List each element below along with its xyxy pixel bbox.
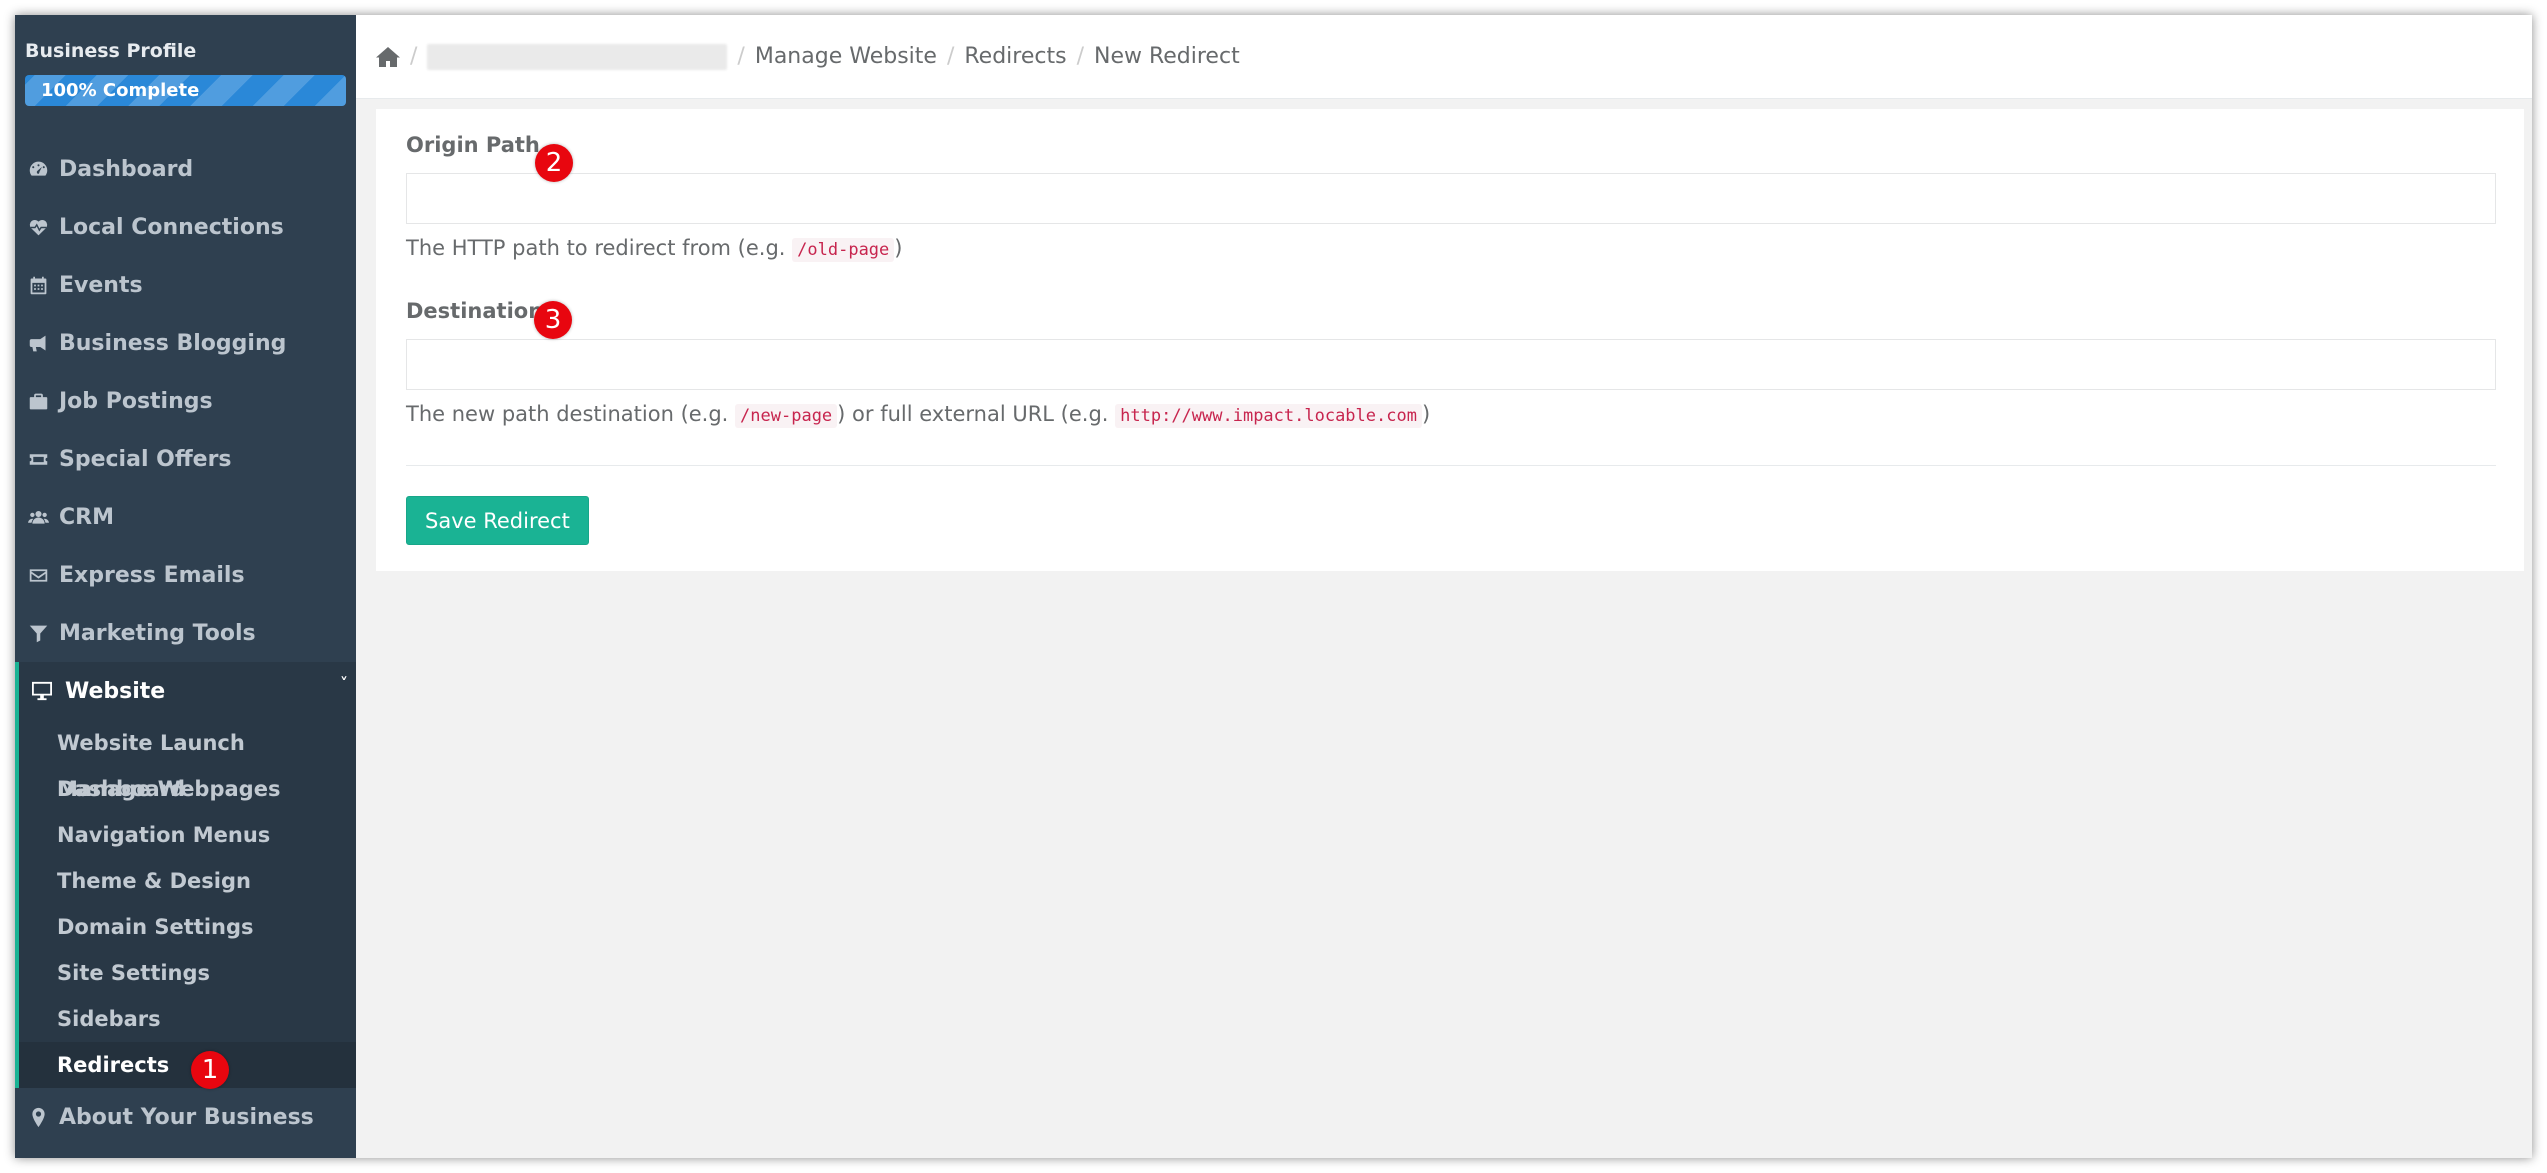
sidebar-subitem-redirects[interactable]: Redirects: [19, 1042, 356, 1088]
breadcrumb-manage-website[interactable]: Manage Website: [755, 44, 937, 69]
sidebar-item-website[interactable]: Website ˅: [19, 662, 356, 720]
help-code: /old-page: [792, 238, 895, 262]
origin-path-help: The HTTP path to redirect from (e.g. /ol…: [406, 236, 2494, 266]
step-badge-3: 3: [534, 301, 572, 339]
sidebar-subitem-sidebars[interactable]: Sidebars: [19, 996, 356, 1042]
step-badge-2: 2: [535, 144, 573, 182]
sidebar-item-label: Special Offers: [59, 446, 232, 472]
sidebar-item-label: Local Connections: [59, 214, 284, 240]
help-text: ): [894, 236, 903, 260]
breadcrumb-separator: /: [1076, 44, 1084, 69]
breadcrumb-new-redirect: New Redirect: [1093, 44, 1240, 69]
destination-input[interactable]: [406, 339, 2496, 390]
destination-group: Destination The new path destination (e.…: [406, 299, 2496, 432]
calendar-icon: [25, 274, 51, 296]
app-window: Business Profile 100% Complete Dashboard…: [15, 15, 2532, 1158]
breadcrumb: / / Manage Website / Redirects / New Red…: [356, 15, 2532, 99]
sidebar: Business Profile 100% Complete Dashboard…: [15, 15, 356, 1158]
sidebar-subitem-theme-design[interactable]: Theme & Design: [19, 858, 356, 904]
sidebar-group-website: Website ˅ Website Launch Dashboard Manag…: [15, 662, 356, 1088]
sidebar-item-label: Business Blogging: [59, 330, 287, 356]
destination-help: The new path destination (e.g. /new-page…: [406, 402, 2494, 432]
help-text: The HTTP path to redirect from (e.g.: [406, 236, 793, 260]
sidebar-subitem-domain-settings[interactable]: Domain Settings: [19, 904, 356, 950]
sidebar-item-label: Dashboard: [59, 156, 194, 182]
breadcrumb-separator: /: [946, 44, 955, 69]
business-profile: Business Profile 100% Complete: [15, 15, 356, 106]
map-marker-icon: [25, 1106, 51, 1128]
sidebar-item-business-blogging[interactable]: Business Blogging: [15, 314, 356, 372]
breadcrumb-separator: /: [410, 44, 418, 69]
bullhorn-icon: [25, 332, 51, 354]
filter-icon: [25, 622, 51, 644]
profile-progress-bar[interactable]: 100% Complete: [25, 75, 346, 106]
ticket-icon: [25, 448, 51, 470]
breadcrumb-redirects[interactable]: Redirects: [964, 44, 1066, 69]
save-redirect-button[interactable]: Save Redirect: [406, 496, 589, 545]
chevron-down-icon: ˅: [340, 674, 348, 693]
website-submenu: Website Launch Dashboard Manage Webpages…: [19, 720, 356, 1088]
help-code: http://www.impact.locable.com: [1115, 404, 1422, 428]
home-icon[interactable]: [376, 46, 400, 68]
users-icon: [25, 506, 51, 528]
help-text: ) or full external URL (e.g.: [837, 402, 1116, 426]
sidebar-item-special-offers[interactable]: Special Offers: [15, 430, 356, 488]
destination-label: Destination: [406, 299, 544, 323]
heartbeat-icon: [25, 216, 51, 238]
envelope-icon: [25, 564, 51, 586]
sidebar-item-marketing-tools[interactable]: Marketing Tools: [15, 604, 356, 662]
sidebar-subitem-website-launch-dashboard[interactable]: Website Launch Dashboard: [19, 720, 356, 801]
breadcrumb-business-name-redacted[interactable]: [427, 43, 728, 70]
sidebar-item-job-postings[interactable]: Job Postings: [15, 372, 356, 430]
sidebar-item-crm[interactable]: CRM: [15, 488, 356, 546]
sidebar-item-label: Website: [65, 678, 166, 704]
origin-path-input[interactable]: [406, 173, 2496, 224]
sidebar-item-about-your-business[interactable]: About Your Business: [15, 1088, 356, 1146]
briefcase-icon: [25, 390, 51, 412]
sidebar-item-label: Events: [59, 272, 143, 298]
sidebar-item-events[interactable]: Events: [15, 256, 356, 314]
sidebar-item-label: Marketing Tools: [59, 620, 256, 646]
sidebar-item-label: Job Postings: [59, 388, 213, 414]
desktop-icon: [31, 680, 57, 702]
redirect-form-card: Origin Path The HTTP path to redirect fr…: [376, 109, 2524, 571]
help-text: The new path destination (e.g.: [406, 402, 736, 426]
sidebar-item-local-connections[interactable]: Local Connections: [15, 198, 356, 256]
sidebar-subitem-manage-webpages[interactable]: Manage Webpages: [19, 766, 356, 812]
tachometer-icon: [25, 158, 51, 180]
sidebar-nav: Dashboard Local Connections Events Busin…: [15, 140, 356, 1146]
breadcrumb-separator: /: [737, 44, 745, 69]
form-divider: [406, 465, 2496, 466]
redirect-form: Origin Path The HTTP path to redirect fr…: [376, 109, 2524, 545]
sidebar-item-dashboard[interactable]: Dashboard: [15, 140, 356, 198]
sidebar-subitem-site-settings[interactable]: Site Settings: [19, 950, 356, 996]
sidebar-item-label: CRM: [59, 504, 114, 530]
help-text: ): [1421, 402, 1431, 426]
sidebar-item-express-emails[interactable]: Express Emails: [15, 546, 356, 604]
profile-title: Business Profile: [25, 40, 197, 62]
sidebar-item-label: About Your Business: [59, 1104, 314, 1130]
sidebar-subitem-navigation-menus[interactable]: Navigation Menus: [19, 812, 356, 858]
step-badge-1: 1: [191, 1051, 229, 1089]
help-code: /new-page: [735, 404, 838, 428]
sidebar-item-label: Express Emails: [59, 562, 245, 588]
origin-path-label: Origin Path: [406, 133, 540, 157]
